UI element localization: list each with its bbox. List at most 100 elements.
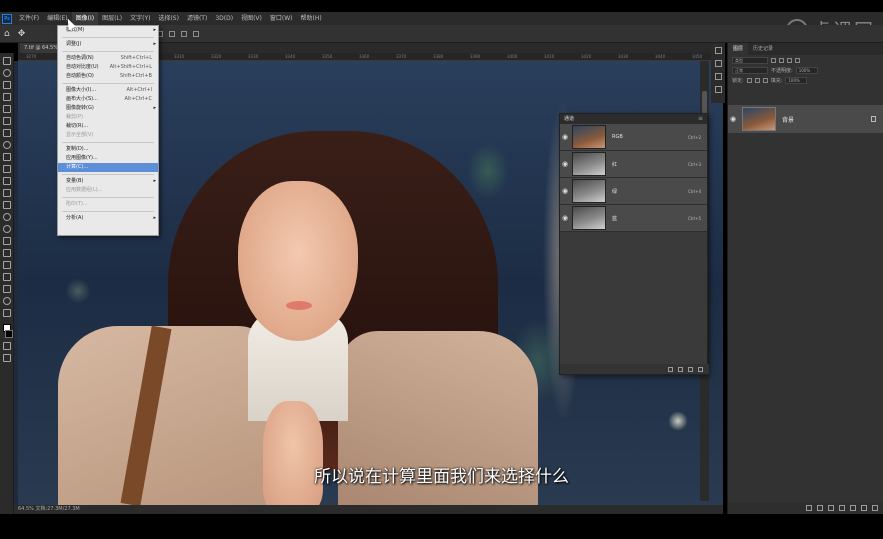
menu-item[interactable]: 计算(C)... bbox=[58, 163, 158, 172]
marquee-tool-icon[interactable] bbox=[2, 68, 11, 77]
add-mask-icon[interactable] bbox=[828, 505, 834, 511]
ruler-tick-label: 3420 bbox=[581, 54, 592, 59]
menu-item[interactable]: 图像旋转(G) bbox=[58, 104, 158, 113]
type-tool-icon[interactable] bbox=[2, 248, 11, 257]
blur-tool-icon[interactable] bbox=[2, 212, 11, 221]
channels-panel: 通道 ≡ ◉ RGB Ctrl+2 ◉ 红 Ctrl+3 ◉ 绿 Ctrl+4 ◉ 蓝 Ctrl+5 bbox=[559, 113, 709, 375]
menu-file[interactable]: 文件(F) bbox=[15, 12, 43, 25]
pen-tool-icon[interactable] bbox=[2, 236, 11, 245]
menu-item[interactable]: 裁切(R)... bbox=[58, 122, 158, 131]
clone-stamp-tool-icon[interactable] bbox=[2, 164, 11, 173]
menu-layer[interactable]: 图层(L) bbox=[98, 12, 126, 25]
menu-item[interactable]: 自动颜色(O) Shift+Ctrl+B bbox=[58, 72, 158, 81]
menu-help[interactable]: 帮助(H) bbox=[297, 12, 326, 25]
channel-row[interactable]: ◉ 蓝 Ctrl+5 bbox=[560, 205, 707, 232]
ruler-tick-label: 3360 bbox=[359, 54, 370, 59]
crop-tool-icon[interactable] bbox=[2, 104, 11, 113]
quick-select-tool-icon[interactable] bbox=[2, 92, 11, 101]
align-middle-icon[interactable] bbox=[181, 30, 188, 37]
adjustments-panel-icon[interactable] bbox=[714, 73, 722, 80]
new-layer-icon[interactable] bbox=[861, 505, 867, 511]
menu-item[interactable]: 自动对比度(U) Alt+Shift+Ctrl+L bbox=[58, 63, 158, 72]
brush-tool-icon[interactable] bbox=[2, 152, 11, 161]
dodge-tool-icon[interactable] bbox=[2, 224, 11, 233]
path-select-tool-icon[interactable] bbox=[2, 260, 11, 269]
color-panel-icon[interactable] bbox=[714, 47, 722, 54]
channels-panel-header[interactable]: 通道 ≡ bbox=[560, 114, 707, 124]
adjustment-layer-icon[interactable] bbox=[839, 505, 845, 511]
delete-channel-icon[interactable] bbox=[698, 366, 703, 372]
tab-history[interactable]: 历史记录 bbox=[748, 43, 778, 55]
lock-pixels-icon[interactable] bbox=[746, 77, 752, 83]
frame-tool-icon[interactable] bbox=[2, 116, 11, 125]
fill-input[interactable]: 100% bbox=[785, 76, 808, 84]
swatches-panel-icon[interactable] bbox=[714, 60, 722, 67]
link-layers-icon[interactable] bbox=[806, 505, 812, 511]
move-tool-icon[interactable]: ✥ bbox=[18, 29, 26, 39]
move-tool-icon[interactable] bbox=[2, 56, 11, 65]
lock-all-icon[interactable] bbox=[762, 77, 768, 83]
menu-item[interactable]: 画布大小(S)... Alt+Ctrl+C bbox=[58, 95, 158, 104]
home-icon[interactable]: ⌂ bbox=[4, 29, 10, 39]
align-top-icon[interactable] bbox=[169, 30, 176, 37]
layer-row-background[interactable]: ◉ 背景 bbox=[728, 105, 883, 133]
panel-menu-icon[interactable]: ≡ bbox=[698, 114, 703, 124]
background-color-swatch[interactable] bbox=[5, 330, 13, 338]
menu-item[interactable]: 分析(A) bbox=[58, 214, 158, 223]
menu-item[interactable]: 复制(D)... bbox=[58, 145, 158, 154]
filter-pixel-icon[interactable] bbox=[771, 57, 776, 63]
menu-item[interactable]: 变量(B) bbox=[58, 177, 158, 186]
menu-image[interactable]: 图像(I) bbox=[71, 12, 99, 25]
menu-window[interactable]: 窗口(W) bbox=[266, 12, 297, 25]
visibility-eye-icon[interactable]: ◉ bbox=[560, 160, 570, 168]
channel-row[interactable]: ◉ 绿 Ctrl+4 bbox=[560, 178, 707, 205]
menu-item[interactable]: 自动色调(N) Shift+Ctrl+L bbox=[58, 54, 158, 63]
menu-select[interactable]: 选择(S) bbox=[154, 12, 183, 25]
menu-item[interactable]: 调整(J) bbox=[58, 40, 158, 49]
new-channel-icon[interactable] bbox=[688, 366, 693, 372]
properties-panel-icon[interactable] bbox=[714, 86, 722, 93]
blend-mode-select[interactable]: 正常 bbox=[732, 66, 768, 74]
eraser-tool-icon[interactable] bbox=[2, 188, 11, 197]
lasso-tool-icon[interactable] bbox=[2, 80, 11, 89]
more-tools-icon[interactable] bbox=[2, 308, 11, 317]
layer-style-icon[interactable] bbox=[817, 505, 823, 511]
menu-3d[interactable]: 3D(D) bbox=[211, 12, 237, 25]
opacity-input[interactable]: 100% bbox=[795, 66, 818, 74]
rectangle-tool-icon[interactable] bbox=[2, 272, 11, 281]
channel-row[interactable]: ◉ RGB Ctrl+2 bbox=[560, 124, 707, 151]
screen-mode-icon[interactable] bbox=[2, 353, 11, 362]
align-bottom-icon[interactable] bbox=[193, 30, 200, 37]
menu-item[interactable]: 图像大小(I)... Alt+Ctrl+I bbox=[58, 86, 158, 95]
channel-row[interactable]: ◉ 红 Ctrl+3 bbox=[560, 151, 707, 178]
delete-layer-icon[interactable] bbox=[872, 505, 878, 511]
lock-position-icon[interactable] bbox=[754, 77, 760, 83]
visibility-eye-icon[interactable]: ◉ bbox=[560, 214, 570, 222]
filter-shape-icon[interactable] bbox=[795, 57, 800, 63]
filter-adjustment-icon[interactable] bbox=[779, 57, 784, 63]
zoom-tool-icon[interactable] bbox=[2, 296, 11, 305]
quick-mask-icon[interactable] bbox=[2, 341, 11, 350]
menu-filter[interactable]: 滤镜(T) bbox=[183, 12, 211, 25]
eyedropper-tool-icon[interactable] bbox=[2, 128, 11, 137]
gradient-tool-icon[interactable] bbox=[2, 200, 11, 209]
new-group-icon[interactable] bbox=[850, 505, 856, 511]
visibility-eye-icon[interactable]: ◉ bbox=[560, 133, 570, 141]
visibility-eye-icon[interactable]: ◉ bbox=[728, 115, 738, 123]
filter-type-icon[interactable] bbox=[787, 57, 792, 63]
menu-view[interactable]: 视图(V) bbox=[237, 12, 266, 25]
menu-type[interactable]: 文字(Y) bbox=[126, 12, 154, 25]
hand-tool-icon[interactable] bbox=[2, 284, 11, 293]
menu-bar: Ps 文件(F) 编辑(E) 图像(I) 图层(L) 文字(Y) 选择(S) 滤… bbox=[0, 12, 883, 25]
channel-thumbnail bbox=[572, 179, 606, 203]
layer-kind-filter[interactable]: 类型 bbox=[732, 56, 768, 64]
ruler-tick-label: 3410 bbox=[544, 54, 555, 59]
save-selection-icon[interactable] bbox=[678, 366, 683, 372]
load-selection-icon[interactable] bbox=[668, 366, 673, 372]
healing-brush-tool-icon[interactable] bbox=[2, 140, 11, 149]
history-brush-tool-icon[interactable] bbox=[2, 176, 11, 185]
channel-shortcut: Ctrl+2 bbox=[687, 134, 701, 140]
visibility-eye-icon[interactable]: ◉ bbox=[560, 187, 570, 195]
tab-layers[interactable]: 图层 bbox=[728, 43, 749, 55]
menu-item[interactable]: 应用图像(Y)... bbox=[58, 154, 158, 163]
